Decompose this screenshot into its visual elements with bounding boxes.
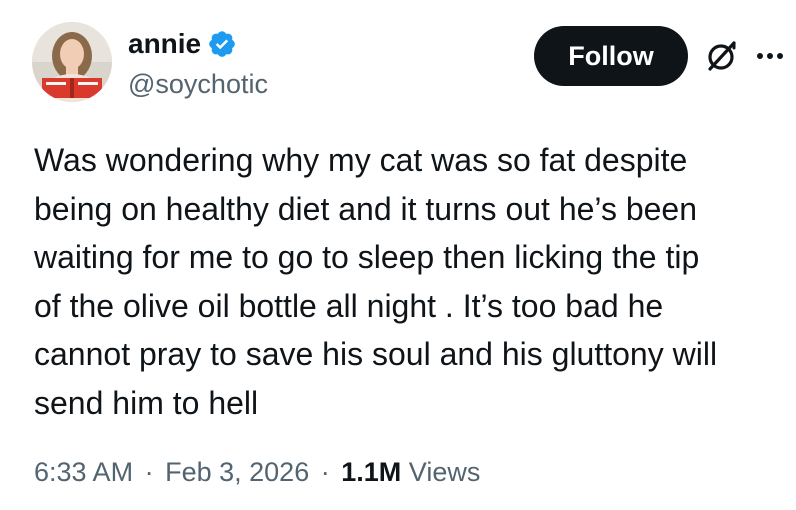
meta-separator: · bbox=[144, 457, 154, 487]
tweet-text: Was wondering why my cat was so fat desp… bbox=[34, 142, 718, 421]
tweet-date[interactable]: Feb 3, 2026 bbox=[165, 457, 309, 487]
follow-button[interactable]: Follow bbox=[534, 26, 688, 86]
author-name-row: annie bbox=[128, 26, 237, 62]
tweet-time[interactable]: 6:33 AM bbox=[34, 457, 133, 487]
author-handle[interactable]: @soychotic bbox=[128, 66, 268, 102]
views-count[interactable]: 1.1M bbox=[341, 457, 401, 487]
avatar[interactable] bbox=[32, 22, 112, 102]
more-options-icon[interactable] bbox=[752, 40, 788, 72]
avatar-image bbox=[32, 22, 112, 102]
grok-icon[interactable] bbox=[704, 38, 740, 74]
meta-separator: · bbox=[320, 457, 330, 487]
tweet-card: annie @soychotic Follow Was wondering wh… bbox=[0, 0, 796, 510]
tweet-meta: 6:33 AM · Feb 3, 2026 · 1.1M Views bbox=[34, 452, 480, 492]
views-label: Views bbox=[408, 457, 481, 487]
verified-badge-icon bbox=[207, 29, 237, 59]
display-name[interactable]: annie bbox=[128, 26, 201, 62]
